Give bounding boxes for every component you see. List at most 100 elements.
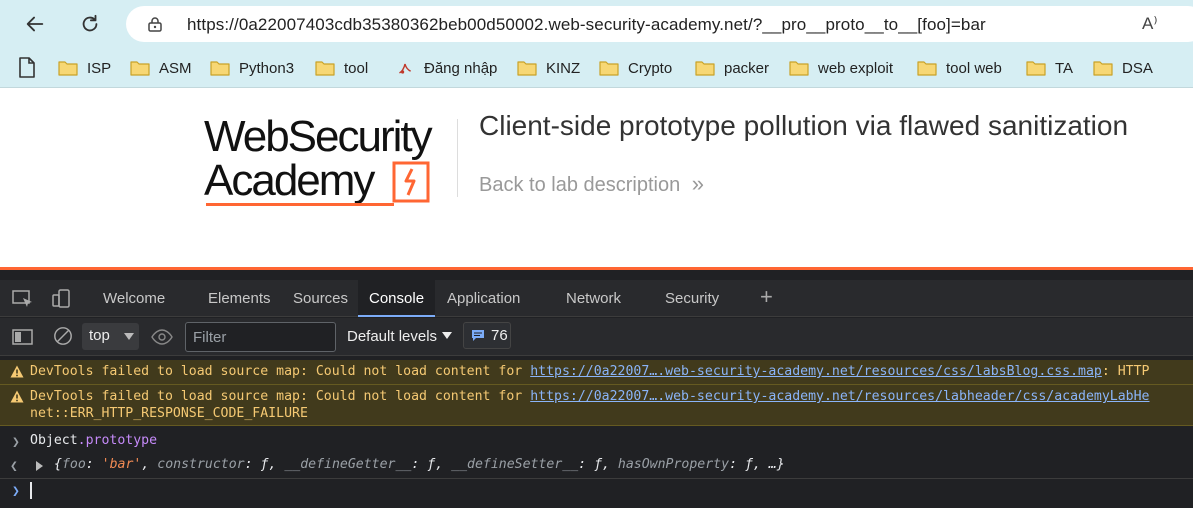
bookmarks-bar: ISP ASM Python3 tool Đăng nhập KINZ Crypto pack… — [0, 48, 1193, 88]
bookmark-item[interactable]: KINZ — [517, 57, 580, 79]
inspect-element-icon[interactable] — [12, 289, 34, 309]
bookmark-item[interactable]: packer — [695, 57, 769, 79]
bookmark-label: KINZ — [546, 59, 581, 77]
bookmark-item[interactable]: web exploit — [789, 57, 893, 79]
folder-icon — [315, 61, 335, 76]
console-warning: DevTools failed to load source map: Coul… — [0, 385, 1193, 426]
bookmark-label: DSA — [1122, 59, 1153, 77]
console-result-entry[interactable]: ❮ {foo: 'bar', constructor: ƒ, __defineG… — [0, 457, 1193, 479]
folder-icon — [210, 61, 230, 76]
bookmark-label: ISP — [87, 59, 112, 77]
folder-icon — [1026, 61, 1046, 76]
bookmark-item[interactable]: tool web — [917, 57, 1002, 79]
message-icon — [472, 330, 484, 341]
folder-icon — [917, 61, 937, 76]
lab-title: Client-side prototype pollution via flaw… — [479, 110, 1129, 141]
bookmark-label: TA — [1055, 59, 1074, 77]
console-prompt[interactable]: ❯ — [0, 482, 1193, 504]
folder-icon — [58, 61, 78, 76]
bookmark-item[interactable]: TA — [1026, 57, 1073, 79]
devtools-tab-security[interactable]: Security — [654, 280, 730, 317]
bookmark-label: ASM — [159, 59, 192, 77]
web-security-academy-logo[interactable]: WebSecurity Academy — [204, 115, 456, 207]
log-levels-label: Default levels — [347, 328, 438, 345]
folder-icon — [130, 61, 150, 76]
console-filter-input[interactable] — [185, 322, 336, 352]
devtools-tab-welcome[interactable]: Welcome — [92, 280, 176, 317]
devtools-tab-application[interactable]: Application — [436, 280, 531, 317]
back-arrow-icon — [26, 16, 44, 32]
double-chevron-icon: » — [691, 171, 705, 196]
caret-down-icon — [442, 332, 453, 339]
console-output: DevTools failed to load source map: Coul… — [0, 357, 1193, 508]
header-divider — [457, 119, 458, 197]
bookmark-label: packer — [724, 59, 770, 77]
source-map-link[interactable]: https://0a22007….web-security-academy.ne… — [530, 364, 1102, 379]
bookmark-item[interactable]: Đăng nhập — [395, 57, 497, 79]
site-info-icon[interactable] — [146, 15, 164, 33]
bookmark-label: Đăng nhập — [424, 59, 498, 77]
bookmark-item[interactable]: ISP — [58, 57, 111, 79]
warning-suffix: : HTTP — [1101, 364, 1150, 379]
bookmark-item[interactable]: DSA — [1093, 57, 1153, 79]
message-count: 76 — [491, 327, 508, 344]
input-chevron-icon: ❯ — [12, 435, 20, 450]
devtools-panel: Welcome Elements Sources Console Application… — [0, 270, 1193, 508]
devtools-tab-elements[interactable]: Elements — [197, 280, 282, 317]
context-value: top — [89, 327, 110, 344]
console-warning: DevTools failed to load source map: Coul… — [0, 360, 1193, 385]
logo-underline — [206, 203, 394, 206]
bookmark-item[interactable]: tool — [315, 57, 368, 79]
folder-icon — [599, 61, 619, 76]
back-link-label: Back to lab description — [479, 174, 681, 196]
message-count-badge[interactable]: 76 — [463, 322, 511, 349]
device-toolbar-icon[interactable] — [52, 289, 74, 309]
clear-console-icon[interactable] — [52, 326, 74, 346]
warning-icon — [10, 365, 24, 378]
logo-lightning-icon — [392, 161, 430, 203]
source-map-link[interactable]: https://0a22007….web-security-academy.ne… — [530, 389, 1149, 404]
bookmark-item[interactable]: ASM — [130, 57, 192, 79]
devtools-tabbar: Welcome Elements Sources Console Application… — [0, 280, 1193, 317]
devtools-tab-network[interactable]: Network — [555, 280, 632, 317]
back-to-lab-link[interactable]: Back to lab description » — [479, 171, 704, 197]
warning-error-code: net::ERR_HTTP_RESPONSE_CODE_FAILURE — [30, 406, 308, 421]
console-toolbar: top Default levels 76 — [0, 318, 1193, 356]
site-favicon-icon — [399, 63, 411, 74]
page-icon[interactable] — [18, 57, 36, 78]
toggle-sidebar-icon[interactable] — [12, 327, 34, 347]
context-selector[interactable]: top — [82, 323, 139, 350]
folder-icon — [517, 61, 537, 76]
console-input-entry: ❯ Object.prototype — [0, 433, 1193, 455]
lab-header: WebSecurity Academy Client-side prototyp… — [0, 89, 1193, 267]
devtools-tab-sources[interactable]: Sources — [282, 280, 359, 317]
folder-icon — [695, 61, 715, 76]
caret-down-icon — [124, 333, 134, 340]
url-text[interactable]: https://0a22007403cdb35380362beb00d50002… — [187, 15, 986, 35]
log-levels-dropdown[interactable]: Default levels — [347, 328, 453, 345]
expand-triangle-icon[interactable] — [36, 461, 43, 471]
warning-text: DevTools failed to load source map: Coul… — [30, 389, 531, 404]
bookmark-label: Crypto — [628, 59, 673, 77]
bookmark-label: tool web — [946, 59, 1002, 77]
refresh-button[interactable] — [74, 8, 106, 40]
address-bar-row: https://0a22007403cdb35380362beb00d50002… — [0, 0, 1193, 48]
devtools-tab-console[interactable]: Console — [358, 280, 436, 317]
live-expression-eye-icon[interactable] — [151, 327, 173, 347]
bookmark-item[interactable]: Python3 — [210, 57, 294, 79]
more-tools-plus-icon[interactable]: + — [760, 285, 773, 309]
logo-line2: Academy — [204, 156, 375, 205]
bookmark-item[interactable]: Crypto — [599, 57, 672, 79]
bookmark-label: web exploit — [818, 59, 894, 77]
prompt-chevron-icon: ❯ — [12, 484, 20, 499]
bookmark-label: tool — [344, 59, 369, 77]
refresh-icon — [82, 14, 98, 32]
folder-icon — [1093, 61, 1113, 76]
bookmark-label: Python3 — [239, 59, 295, 77]
logo-line1: WebSecurity — [204, 112, 433, 161]
back-button[interactable] — [19, 8, 51, 40]
read-aloud-icon[interactable]: A⁾ — [1142, 14, 1158, 34]
url-bar[interactable]: https://0a22007403cdb35380362beb00d50002… — [126, 6, 1193, 42]
folder-icon — [789, 61, 809, 76]
warning-icon — [10, 390, 24, 403]
